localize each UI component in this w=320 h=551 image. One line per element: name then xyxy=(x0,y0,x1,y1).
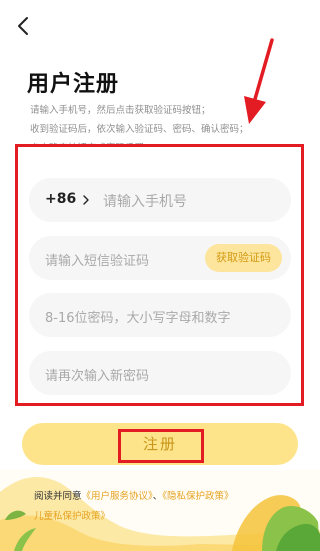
sms-code-input-placeholder[interactable]: 请输入短信验证码 xyxy=(45,250,149,269)
register-button[interactable]: 注册 xyxy=(22,423,298,465)
agreement-separator: 、 xyxy=(152,491,163,502)
page-title: 用户注册 xyxy=(27,72,120,97)
children-privacy-prefix[interactable]: 儿童 xyxy=(34,511,53,522)
agreement-prefix: 阅读并同意 xyxy=(34,491,82,502)
password-input-placeholder[interactable]: 8-16位密码，大小写字母和数字 xyxy=(45,307,231,326)
password-field[interactable]: 8-16位密码，大小写字母和数字 xyxy=(29,293,291,337)
phone-input-placeholder[interactable]: 请输入手机号 xyxy=(103,191,187,211)
country-code-selector[interactable]: +86 xyxy=(45,191,76,207)
agreement-text: 阅读并同意《用户服务协议》、《隐私保护政策》 儿童私保护政策》 xyxy=(34,487,296,527)
confirm-password-field[interactable]: 请再次输入新密码 xyxy=(29,351,291,395)
chevron-left-icon xyxy=(18,17,28,35)
privacy-policy-link[interactable]: 《隐私保护政策》 xyxy=(162,491,233,502)
register-button-label: 注册 xyxy=(142,435,177,453)
user-agreement-link[interactable]: 《用户服务协议》 xyxy=(82,491,153,502)
chevron-right-icon xyxy=(83,195,89,205)
get-code-button[interactable]: 获取验证码 xyxy=(205,244,282,272)
sms-code-field[interactable]: 请输入短信验证码 获取验证码 xyxy=(29,236,291,280)
phone-field[interactable]: +86 请输入手机号 xyxy=(29,178,291,222)
back-button[interactable] xyxy=(12,14,36,38)
instructions-text: 请输入手机号，然后点击获取验证码按钮； 收到验证码后，依次输入验证码、密码、确认… xyxy=(30,101,292,147)
instruction-line: 请输入手机号，然后点击获取验证码按钮； xyxy=(30,105,211,116)
instruction-line: 点击确定按钮完成密码重置 xyxy=(30,139,292,147)
instruction-line: 收到验证码后，依次输入验证码、密码、确认密码； xyxy=(30,124,249,135)
children-privacy-link[interactable]: 私保护政策》 xyxy=(53,511,110,522)
confirm-password-input-placeholder[interactable]: 请再次输入新密码 xyxy=(45,365,149,384)
